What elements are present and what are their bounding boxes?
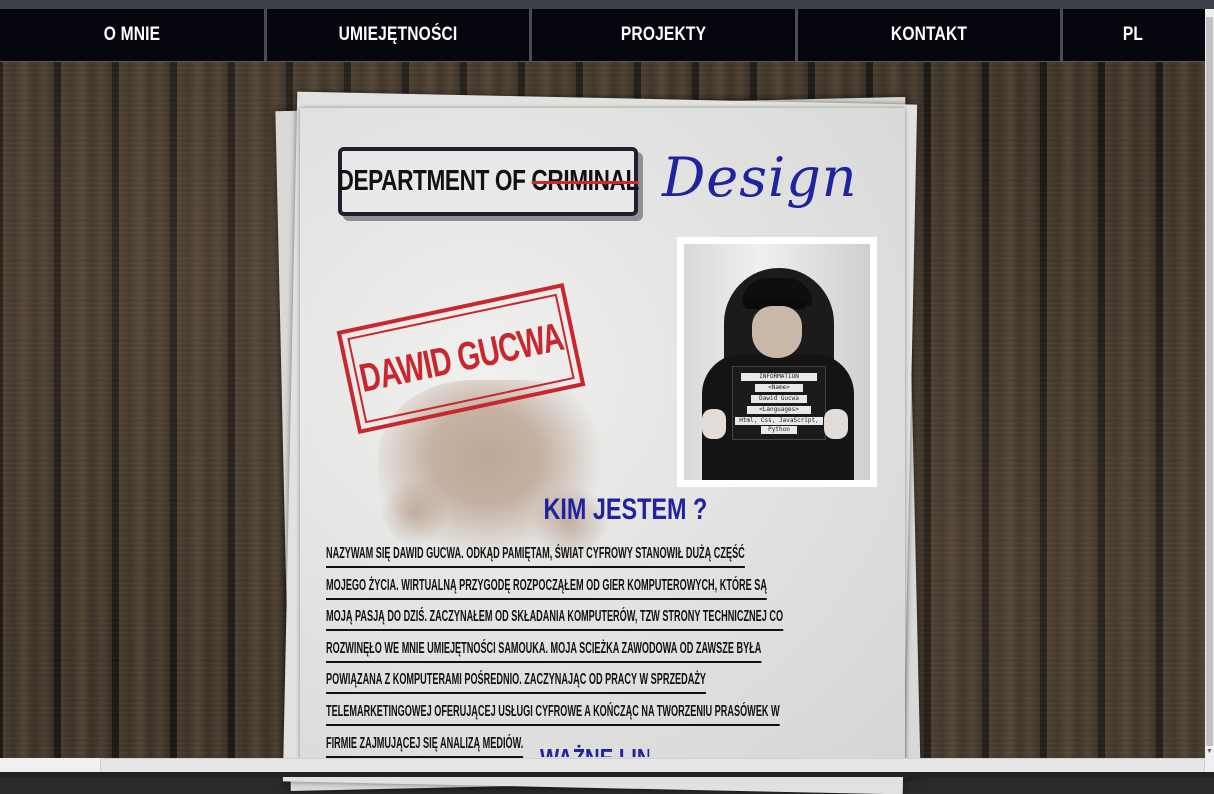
window-top-border <box>0 0 1214 9</box>
nav-divider <box>795 9 798 61</box>
nav-divider <box>529 9 532 61</box>
photo-face-shape <box>752 306 802 358</box>
logo-text: DEPARTMENT OF CRIMINAL <box>337 165 639 198</box>
nav-divider <box>264 9 267 61</box>
logo-script-word: Design <box>662 146 858 209</box>
links-heading: WAŻNE LINKI <box>540 743 649 757</box>
about-text-line: NAZYWAM SIĘ DAWID GUCWA. ODKĄD PAMIĘTAM,… <box>326 541 745 568</box>
nav-item-language[interactable]: PL <box>1076 9 1191 61</box>
photo-info-sign: INFORMATION <Name> Dawid Gucwa <Language… <box>732 366 826 440</box>
logo-prefix: DEPARTMENT OF <box>337 165 532 197</box>
sign-line: INFORMATION <box>741 373 817 381</box>
photo-hand-right <box>824 409 848 439</box>
stamp-name: DAWID GUCWA <box>355 315 567 401</box>
nav-item-o-mnie[interactable]: O MNIE <box>24 9 240 61</box>
sign-line: Html, Css, JavaScript, <box>735 417 823 425</box>
about-text-line: MOJĄ PASJĄ DO DZIŚ. ZACZYNAŁEM OD SKŁADA… <box>326 604 784 632</box>
vertical-scrollbar[interactable] <box>1205 9 1214 758</box>
sign-line: <Name> <box>755 384 803 392</box>
about-text-line: TELEMARKETINGOWEJ OFERUJĄCEJ USŁUGI CYFR… <box>326 699 780 726</box>
about-text-line: POWIĄZANA Z KOMPUTERAMI POŚREDNIO. ZACZY… <box>326 667 707 695</box>
nav-item-projekty[interactable]: PROJEKTY <box>556 9 772 61</box>
about-heading: KIM JESTEM ? <box>543 493 708 526</box>
about-text: NAZYWAM SIĘ DAWID GUCWA. ODKĄD PAMIĘTAM,… <box>326 540 886 761</box>
nav-label: O MNIE <box>103 24 161 45</box>
sign-line: Dawid Gucwa <box>751 395 807 403</box>
logo-struck-word: CRIMINAL <box>531 165 639 197</box>
nav-label: KONTAKT <box>890 24 968 45</box>
nav-item-kontakt[interactable]: KONTAKT <box>822 9 1037 61</box>
scrollbar-thumb[interactable] <box>1206 17 1213 757</box>
about-text-line: ROZWINĘŁO WE MNIE UMIEJĘTNOŚCI SAMOUKA. … <box>326 636 762 663</box>
top-navigation: O MNIE UMIEJĘTNOŚCI PROJEKTY KONTAKT PL <box>0 9 1205 62</box>
nav-divider <box>1060 9 1063 61</box>
nav-item-umiejetnosci[interactable]: UMIEJĘTNOŚCI <box>291 9 506 61</box>
profile-photo: INFORMATION <Name> Dawid Gucwa <Language… <box>684 244 870 480</box>
about-text-line: FIRMIE ZAJMUJĄCEJ SIĘ ANALIZĄ MEDIÓW. <box>326 731 524 758</box>
scroll-down-arrow-icon[interactable]: ▼ <box>1205 746 1214 758</box>
bottom-strip <box>0 772 1214 777</box>
photo-hand-left <box>702 409 726 439</box>
site-logo[interactable]: DEPARTMENT OF CRIMINAL <box>337 147 639 216</box>
about-text-line: MOJEGO ŻYCIA. WIRTUALNĄ PRZYGODĘ ROZPOCZ… <box>326 573 767 600</box>
nav-label: PROJEKTY <box>620 24 707 45</box>
nav-label: UMIEJĘTNOŚCI <box>338 24 458 45</box>
horizontal-scrollbar-thumb[interactable] <box>100 758 1205 773</box>
sign-line: <Languages> <box>747 406 811 414</box>
sign-line: Python <box>761 426 797 434</box>
nav-label: PL <box>1122 24 1144 45</box>
profile-photo-frame: INFORMATION <Name> Dawid Gucwa <Language… <box>677 237 877 487</box>
